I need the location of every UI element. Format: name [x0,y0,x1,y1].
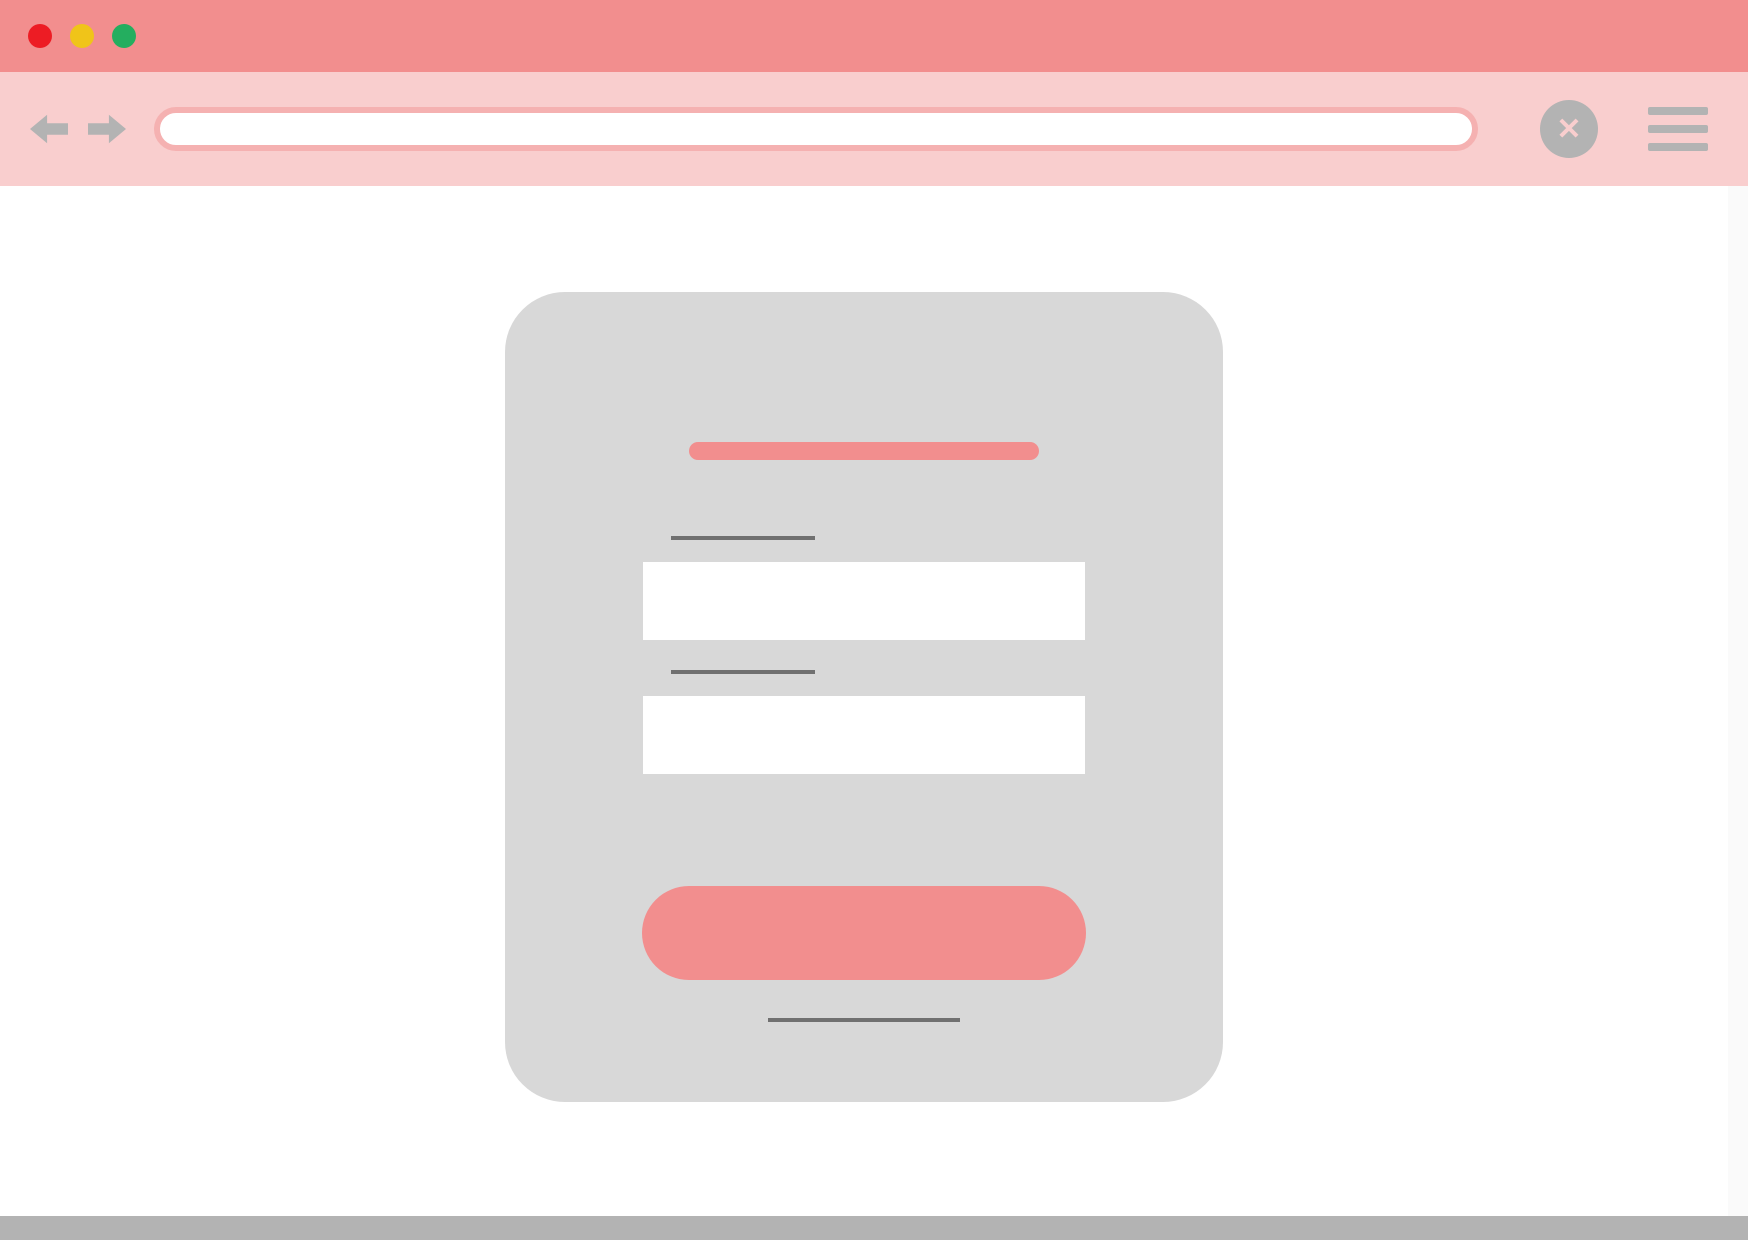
scrollbar[interactable] [1728,186,1748,1240]
nav-bar: ✕ [0,72,1748,186]
menu-button[interactable] [1648,107,1708,151]
hamburger-icon [1648,125,1708,133]
field-2-label [671,670,815,674]
window-minimize-icon[interactable] [70,24,94,48]
back-arrow-icon[interactable] [30,114,68,144]
field-1-label [671,536,815,540]
url-input[interactable] [154,107,1478,151]
form-group-2 [643,670,1085,774]
content-area [0,186,1748,1240]
close-icon: ✕ [1556,112,1581,147]
title-bar [0,0,1748,72]
forward-arrow-icon[interactable] [88,114,126,144]
window-maximize-icon[interactable] [112,24,136,48]
field-2-input[interactable] [643,696,1085,774]
footer-link[interactable] [768,1018,960,1022]
form-group-1 [643,536,1085,640]
stop-button[interactable]: ✕ [1540,100,1598,158]
form-title [689,442,1039,460]
window-close-icon[interactable] [28,24,52,48]
login-card [505,292,1223,1102]
submit-button[interactable] [642,886,1086,980]
hamburger-icon [1648,107,1708,115]
field-1-input[interactable] [643,562,1085,640]
status-bar [0,1216,1748,1240]
hamburger-icon [1648,143,1708,151]
